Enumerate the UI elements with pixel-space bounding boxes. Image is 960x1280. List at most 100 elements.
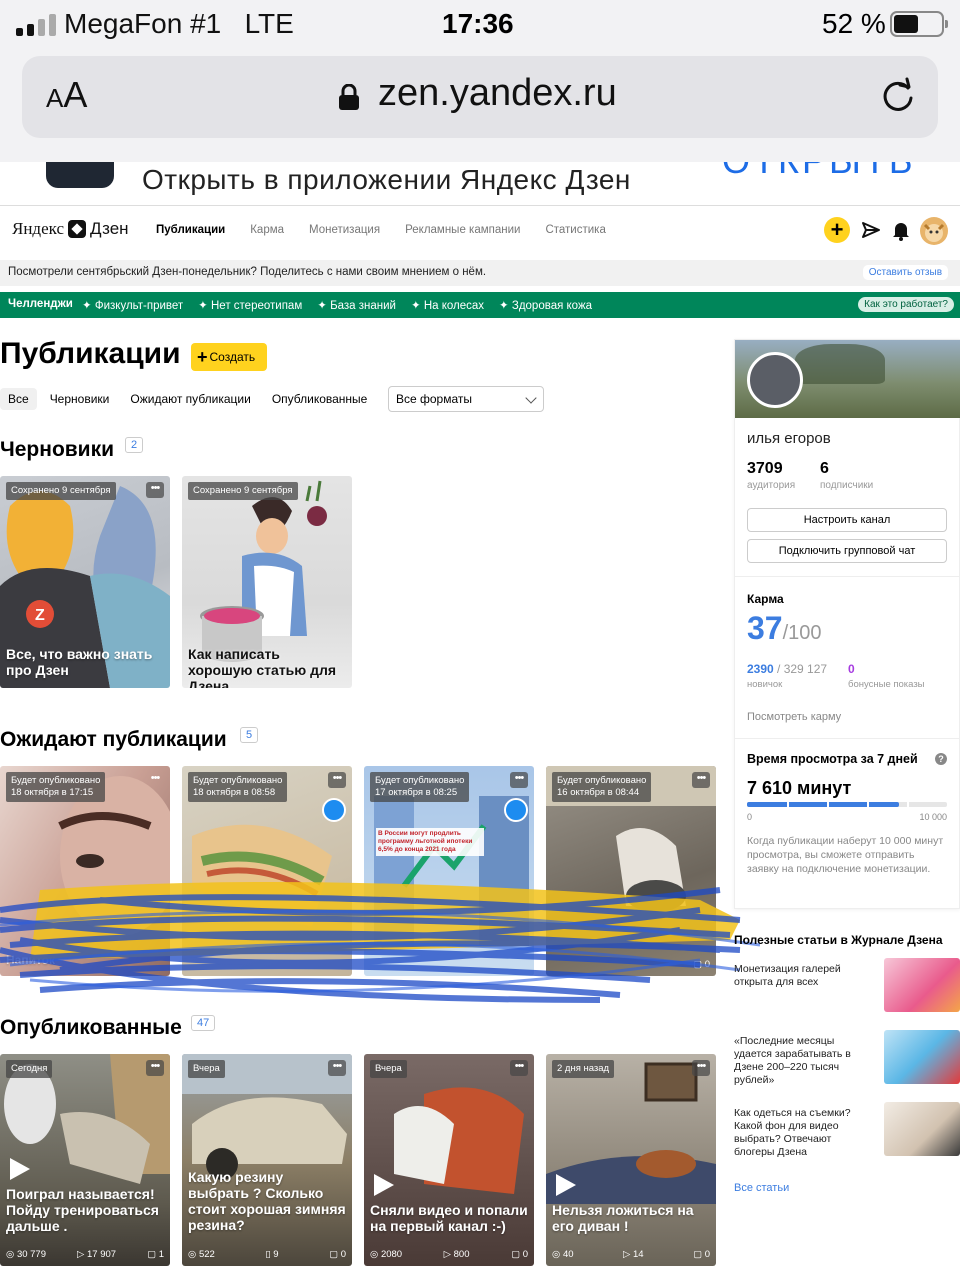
useful-article[interactable]: «Последние месяцы удается зарабатывать в…	[734, 1030, 960, 1087]
main-nav: Публикации Карма Монетизация Рекламные к…	[156, 224, 606, 236]
create-button[interactable]: + Создать	[191, 343, 267, 371]
news-inset: В России могут продлить программу льготн…	[376, 828, 484, 856]
article-preview	[182, 1054, 352, 1180]
published-card[interactable]: Сегодня ••• Поиграл называется! Пойду тр…	[0, 1054, 170, 1266]
more-icon[interactable]: •••	[692, 772, 710, 788]
nav-publications[interactable]: Публикации	[156, 224, 225, 236]
send-icon[interactable]	[860, 219, 882, 241]
karma-title: Карма	[747, 592, 784, 606]
card-tag: Сохранено 9 сентября	[6, 482, 116, 500]
text-size-button[interactable]: AA	[46, 74, 87, 116]
draft-card[interactable]: Z Сохранено 9 сентября ••• Все, что важн…	[0, 476, 170, 688]
pending-card[interactable]: Будет опубликовано 18 октября в 08:58 •••	[182, 766, 352, 976]
pending-card[interactable]: В России могут продлить программу льготн…	[364, 766, 534, 976]
notice-text: Посмотрели сентябрьский Дзен-понедельник…	[8, 266, 487, 278]
card-title: Все, что важно знать про Дзен	[6, 646, 153, 678]
more-icon[interactable]: •••	[328, 1060, 346, 1076]
bell-icon[interactable]	[890, 219, 912, 241]
nav-karma[interactable]: Карма	[250, 224, 284, 236]
card-stats: ◎ 522 ▯ 9 ▢ 0	[188, 1249, 346, 1260]
article-thumbnail	[884, 1102, 960, 1156]
challenge-item[interactable]: ✦ Физкульт-привет	[82, 298, 183, 312]
published-card[interactable]: Вчера ••• Сняли видео и попали на первый…	[364, 1054, 534, 1266]
tab-pending[interactable]: Ожидают публикации	[122, 388, 258, 410]
channel-cover	[735, 340, 960, 418]
site-header: Яндекс Дзен Публикации Карма Монетизация…	[0, 207, 960, 255]
challenge-item[interactable]: ✦ Нет стереотипам	[198, 298, 302, 312]
carrier-label: MegaFon #1 LTE	[64, 8, 294, 39]
all-articles-link[interactable]: Все статьи	[734, 1182, 789, 1194]
draft-card[interactable]: Сохранено 9 сентября Как написать хорошу…	[182, 476, 352, 688]
view-karma-link[interactable]: Посмотреть карму	[747, 711, 841, 723]
card-tag: 2 дня назад	[552, 1060, 615, 1078]
battery-percent: 52 %	[822, 8, 886, 39]
open-app-button[interactable]: ОТКРЫТЬ	[722, 162, 915, 182]
audience-stat: 3709 аудитория	[747, 460, 796, 491]
channel-avatar[interactable]	[747, 352, 803, 408]
feedback-notice: Посмотрели сентябрьский Дзен-понедельник…	[0, 260, 960, 286]
play-icon[interactable]	[374, 1174, 394, 1196]
more-icon[interactable]: •••	[328, 772, 346, 788]
published-card[interactable]: 2 дня назад ••• Нельзя ложиться на его д…	[546, 1054, 716, 1266]
leave-feedback-button[interactable]: Оставить отзыв	[862, 265, 948, 280]
more-icon[interactable]: •••	[510, 1060, 528, 1076]
card-tag: Вчера	[370, 1060, 407, 1078]
channel-name[interactable]: илья егоров	[747, 430, 831, 447]
card-tag: Сегодня	[6, 1060, 53, 1078]
publication-tabs: Все Черновики Ожидают публикации Опублик…	[0, 388, 375, 410]
more-icon[interactable]: •••	[146, 772, 164, 788]
tab-published[interactable]: Опубликованные	[264, 388, 376, 410]
play-icon[interactable]	[556, 1174, 576, 1196]
card-tag: Сохранено 9 сентября	[188, 482, 298, 500]
more-icon[interactable]: •••	[510, 772, 528, 788]
more-icon[interactable]: •••	[146, 1060, 164, 1076]
zen-logo[interactable]: Яндекс Дзен	[12, 219, 129, 239]
how-it-works-button[interactable]: Как это работает?	[858, 297, 954, 312]
more-icon[interactable]: •••	[146, 482, 164, 498]
card-stats: ▢ 0	[693, 959, 710, 970]
address-bar[interactable]: AA zen.yandex.ru	[22, 56, 938, 138]
nav-monetization[interactable]: Монетизация	[309, 224, 380, 236]
pending-card[interactable]: Будет опубликовано 16 октября в 08:44 •••…	[546, 766, 716, 976]
help-icon[interactable]: ?	[935, 753, 947, 765]
published-heading: Опубликованные	[0, 1016, 182, 1039]
card-title: Напиток	[6, 953, 56, 967]
challenge-item[interactable]: ✦ База знаний	[317, 298, 396, 312]
card-tag: Будет опубликовано 18 октября в 17:15	[6, 772, 106, 802]
plus-icon[interactable]: +	[824, 217, 850, 243]
url-text[interactable]: zen.yandex.ru	[378, 72, 617, 115]
reload-icon[interactable]	[878, 76, 918, 116]
play-count-icon: ▷	[443, 1249, 454, 1260]
avatar-icon[interactable]	[920, 217, 948, 245]
published-count: 47	[191, 1015, 216, 1031]
video-preview	[546, 1062, 716, 1204]
setup-channel-button[interactable]: Настроить канал	[747, 508, 947, 532]
play-icon[interactable]	[10, 1158, 30, 1180]
card-stats: ◎ 30 779 ▷ 17 907 ▢ 1	[6, 1249, 164, 1260]
tab-drafts[interactable]: Черновики	[42, 388, 118, 410]
more-icon[interactable]: •••	[692, 1060, 710, 1076]
app-banner-text: Открыть в приложении Яндекс Дзен	[142, 164, 631, 195]
challenge-item[interactable]: ✦ На колесах	[411, 298, 484, 312]
lock-icon	[339, 84, 359, 110]
nav-ad-campaigns[interactable]: Рекламные кампании	[405, 224, 520, 236]
watch-time-value: 7 610 минут	[747, 778, 852, 798]
challenges-label: Челленджи	[8, 298, 73, 310]
views-icon: ◎	[6, 1249, 17, 1260]
bonus-impressions: 0 бонусные показы	[848, 662, 925, 690]
card-title: Поиграл называется! Пойду тренироваться …	[6, 1186, 159, 1234]
challenge-item[interactable]: ✦ Здоровая кожа	[499, 298, 592, 312]
pending-card[interactable]: Будет опубликовано 18 октября в 17:15 •••…	[0, 766, 170, 976]
published-card[interactable]: Вчера ••• Какую резину выбрать ? Сколько…	[182, 1054, 352, 1266]
battery-icon	[890, 11, 948, 37]
comment-icon: ▢	[329, 1249, 341, 1260]
group-chat-button[interactable]: Подключить групповой чат	[747, 539, 947, 563]
play-count-icon: ▷	[623, 1249, 633, 1260]
chevron-down-icon	[525, 392, 537, 404]
nav-statistics[interactable]: Статистика	[545, 224, 605, 236]
useful-article[interactable]: Как одеться на съемки? Какой фон для вид…	[734, 1102, 960, 1159]
useful-article[interactable]: Монетизация галерей открыта для всех	[734, 958, 960, 1012]
tab-all[interactable]: Все	[0, 388, 37, 410]
format-select[interactable]: Все форматы	[388, 386, 544, 412]
progress-axis: 0 10 000	[747, 812, 947, 822]
